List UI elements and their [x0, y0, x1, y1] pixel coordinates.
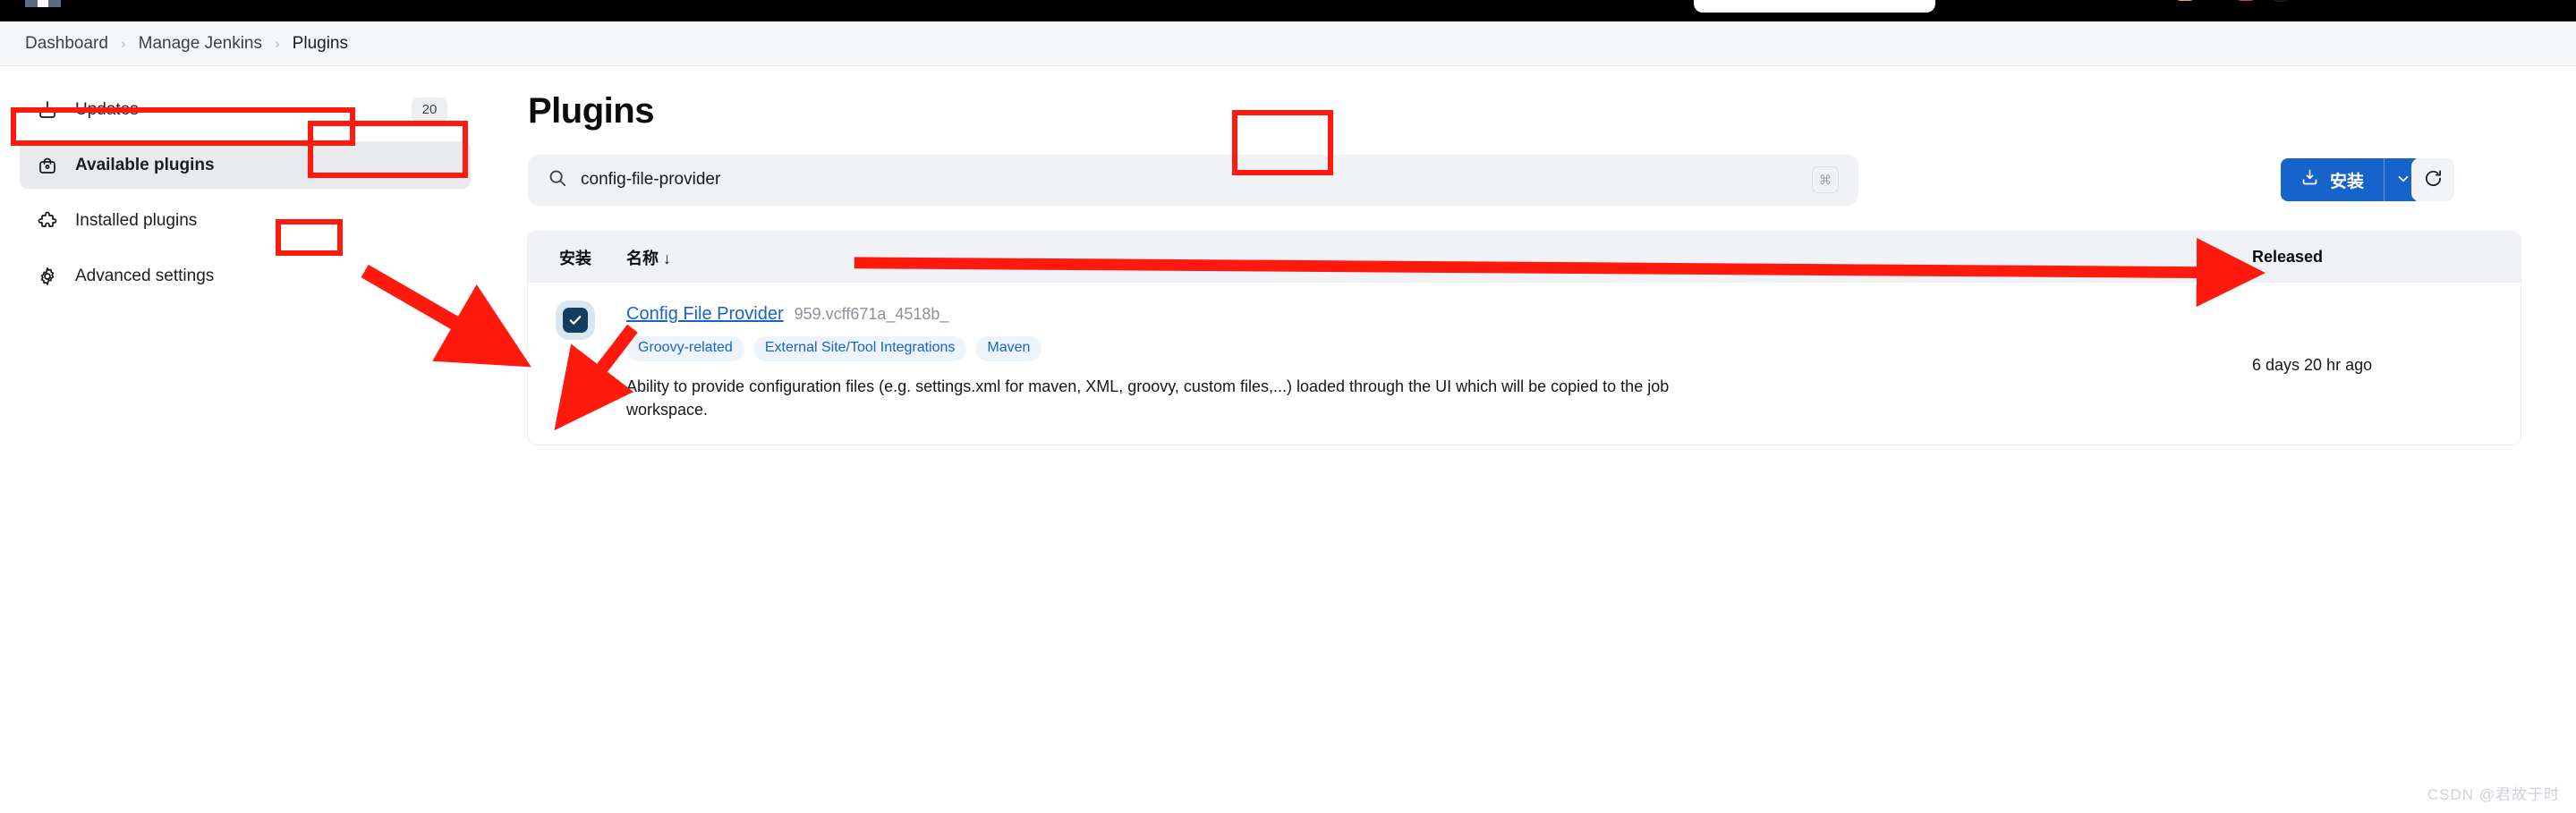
- plugin-tag-list: Groovy-related External Site/Tool Integr…: [626, 336, 2216, 361]
- sidebar-item-advanced-settings[interactable]: Advanced settings: [20, 252, 471, 300]
- download-icon: [2300, 168, 2319, 192]
- plugin-title-row: Config File Provider 959.vcff671a_4518b_: [626, 304, 2216, 325]
- shield-icon[interactable]: [2199, 0, 2230, 5]
- puzzle-icon: [36, 209, 59, 233]
- plugin-search-box[interactable]: config-file-provider ⌘: [528, 154, 1858, 206]
- updates-count-badge: 20: [412, 97, 447, 123]
- search-icon: [1705, 0, 1720, 1]
- sidebar-item-updates[interactable]: Updates 20: [20, 86, 471, 133]
- plugin-description: Ability to provide configuration files (…: [626, 377, 1670, 419]
- breadcrumb-item-dashboard[interactable]: Dashboard: [25, 34, 108, 54]
- row-install-cell: [540, 304, 610, 333]
- column-header-name[interactable]: 名称 ↓: [610, 246, 2252, 269]
- row-released-cell: 6 days 20 hr ago: [2252, 356, 2373, 374]
- row-checkbox[interactable]: [563, 308, 588, 333]
- breadcrumb-item-manage-jenkins[interactable]: Manage Jenkins: [139, 34, 262, 54]
- column-header-install: 安装: [559, 249, 591, 267]
- chevron-down-icon: [2395, 171, 2411, 190]
- sidebar-item-label: Updates: [75, 99, 139, 119]
- sidebar-item-label: Installed plugins: [75, 210, 198, 230]
- page-title: Plugins: [528, 91, 654, 131]
- bag-icon: [36, 154, 59, 177]
- column-header-name-label: 名称: [626, 249, 659, 267]
- install-button[interactable]: 安装: [2281, 158, 2385, 201]
- plugin-version: 959.vcff671a_4518b_: [794, 305, 949, 323]
- gear-icon: [36, 265, 59, 288]
- sidebar-item-label: Available plugins: [75, 155, 215, 174]
- header-icon-group: 1 1 mag 注销: [2138, 0, 2424, 5]
- top-header-bar: Jenkins 查找 (CTRL+K) ? 1 1 mag: [0, 0, 2576, 21]
- jenkins-logo-icon: [23, 0, 64, 7]
- jenkins-logo-text: Jenkins: [73, 0, 215, 5]
- keyboard-shortcut-hint: ⌘: [1812, 166, 1839, 193]
- sidebar: Updates 20 Available plugins Installed p…: [0, 66, 490, 308]
- logout-icon: [2371, 0, 2391, 1]
- sidebar-item-label: Advanced settings: [75, 266, 215, 285]
- install-button-group: 安装: [2281, 158, 2422, 201]
- main-content: Plugins config-file-provider ⌘ 安装 安装 名称 …: [528, 66, 2576, 445]
- column-header-released: Released: [2252, 248, 2324, 266]
- sort-descending-icon: ↓: [663, 249, 672, 267]
- sidebar-item-available-plugins[interactable]: Available plugins: [20, 141, 471, 189]
- breadcrumb-item-plugins[interactable]: Plugins: [293, 34, 348, 54]
- bell-badge[interactable]: 1: [2174, 0, 2196, 1]
- watermark: CSDN @君故于时: [2427, 786, 2560, 803]
- sidebar-item-installed-plugins[interactable]: Installed plugins: [20, 197, 471, 244]
- user-menu[interactable]: mag: [2269, 0, 2326, 2]
- plugin-search-input[interactable]: config-file-provider: [581, 170, 1798, 190]
- breadcrumb-separator: ›: [120, 34, 126, 52]
- download-box-icon: [36, 98, 59, 122]
- breadcrumb: Dashboard › Manage Jenkins › Plugins: [0, 21, 2576, 66]
- shield-badge[interactable]: 1: [2235, 0, 2257, 1]
- search-icon: [548, 168, 566, 191]
- jenkins-logo[interactable]: Jenkins: [23, 0, 215, 7]
- plugins-table: 安装 名称 ↓ Released Config File Provider 95…: [528, 232, 2521, 445]
- global-search-box[interactable]: 查找 (CTRL+K) ?: [1694, 0, 1935, 13]
- breadcrumb-separator: ›: [275, 34, 280, 52]
- plugins-toolbar: config-file-provider ⌘ 安装: [528, 153, 2576, 207]
- refresh-icon: [2423, 168, 2444, 191]
- logout-button[interactable]: 注销: [2371, 0, 2424, 1]
- plugin-tag[interactable]: Groovy-related: [626, 336, 744, 361]
- refresh-button[interactable]: [2411, 158, 2454, 201]
- bell-icon[interactable]: [2138, 0, 2169, 5]
- table-header-row: 安装 名称 ↓ Released: [528, 232, 2521, 283]
- plugin-name-link[interactable]: Config File Provider: [626, 304, 784, 325]
- plugin-tag[interactable]: External Site/Tool Integrations: [752, 336, 967, 361]
- table-row: Config File Provider 959.vcff671a_4518b_…: [528, 283, 2521, 445]
- row-name-cell: Config File Provider 959.vcff671a_4518b_…: [610, 304, 2252, 421]
- avatar: [2269, 0, 2292, 2]
- plugin-tag[interactable]: Maven: [975, 336, 1042, 361]
- install-button-label: 安装: [2330, 172, 2365, 191]
